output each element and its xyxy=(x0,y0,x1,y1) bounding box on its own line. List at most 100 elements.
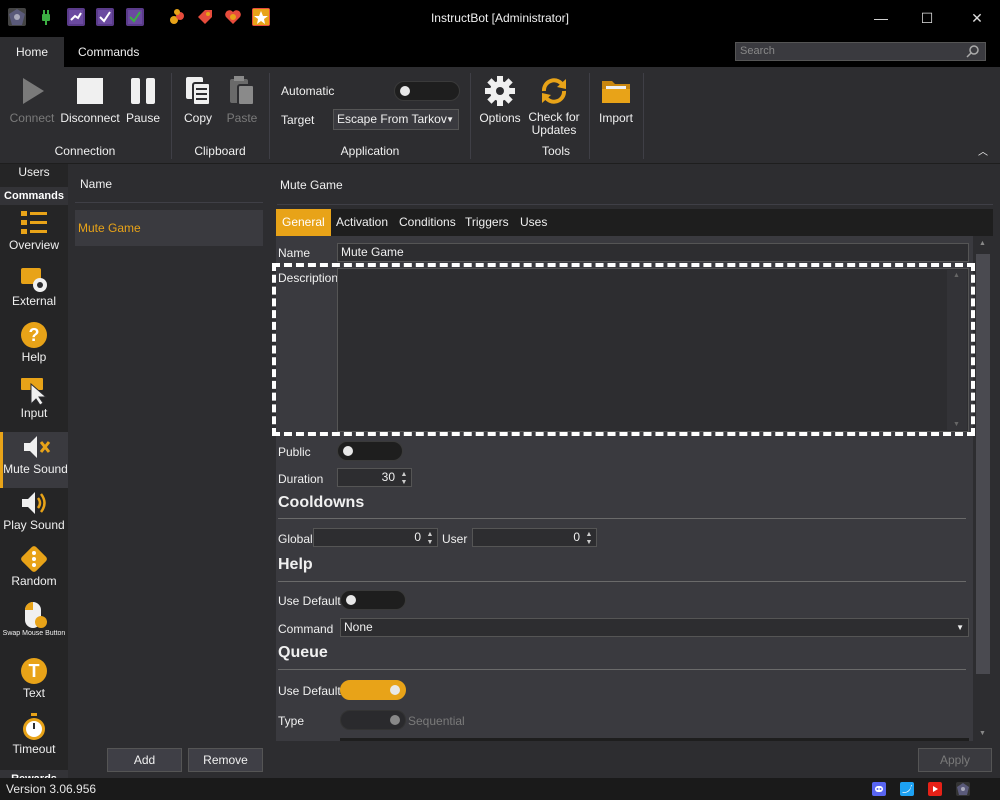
options-label: Options xyxy=(479,111,521,125)
increment-icon[interactable]: ▲ xyxy=(425,531,435,538)
nav-random[interactable]: Random xyxy=(0,544,68,600)
youtube-icon[interactable] xyxy=(928,782,942,796)
pause-button[interactable]: Pause xyxy=(122,75,164,125)
queue-use-default-toggle[interactable] xyxy=(340,680,406,700)
name-field[interactable]: Mute Game xyxy=(337,243,969,262)
list-item[interactable]: Mute Game xyxy=(75,210,263,246)
tab-commands[interactable]: Commands xyxy=(62,37,155,67)
form-scrollbar[interactable]: ▲ ▼ xyxy=(973,236,993,741)
ribbon-separator xyxy=(269,73,270,159)
paste-icon xyxy=(226,75,258,107)
ribbon-separator xyxy=(643,73,644,159)
connect-label: Connect xyxy=(9,111,55,125)
tools-group-label: Tools xyxy=(541,144,570,158)
nav-input[interactable]: Input xyxy=(0,376,68,432)
help-use-default-toggle[interactable] xyxy=(340,590,406,610)
tab-uses[interactable]: Uses xyxy=(514,209,553,236)
command-label: Command xyxy=(278,622,334,636)
description-field[interactable] xyxy=(337,268,969,432)
nav-timeout[interactable]: Timeout xyxy=(0,712,68,768)
decrement-icon[interactable]: ▼ xyxy=(399,479,409,486)
automatic-toggle[interactable] xyxy=(394,81,460,101)
type-value: Sequential xyxy=(408,714,465,728)
increment-icon[interactable]: ▲ xyxy=(399,471,409,478)
nav-play-sound[interactable]: Play Sound xyxy=(0,488,68,544)
options-button[interactable]: Options xyxy=(478,75,522,125)
folder-icon xyxy=(600,75,632,107)
decrement-icon[interactable]: ▼ xyxy=(584,539,594,546)
target-select[interactable]: Escape From Tarkov ▼ xyxy=(333,109,459,130)
nav-help[interactable]: ? Help xyxy=(0,320,68,376)
target-label: Target xyxy=(281,113,315,127)
command-select[interactable]: None ▼ xyxy=(340,618,969,637)
automatic-label: Automatic xyxy=(281,84,335,98)
nav-play-sound-label: Play Sound xyxy=(3,518,65,532)
toggle-knob xyxy=(400,86,410,96)
minimize-button[interactable]: — xyxy=(858,0,904,37)
scroll-down-icon[interactable]: ▼ xyxy=(979,730,986,737)
public-toggle[interactable] xyxy=(337,441,403,461)
tab-conditions[interactable]: Conditions xyxy=(393,209,462,236)
disconnect-button[interactable]: Disconnect xyxy=(60,75,120,125)
global-label: Global xyxy=(278,532,313,546)
nav-text[interactable]: T Text xyxy=(0,656,68,712)
scroll-up-icon[interactable]: ▲ xyxy=(953,272,960,279)
close-button[interactable]: ✕ xyxy=(954,0,1000,37)
maximize-button[interactable]: ☐ xyxy=(904,0,950,37)
tab-activation[interactable]: Activation xyxy=(330,209,394,236)
keyboard-cursor-icon xyxy=(19,376,49,406)
detail-panel: Mute Game General Activation Conditions … xyxy=(270,164,1000,778)
chevron-down-icon: ▼ xyxy=(956,623,964,632)
nav-external[interactable]: External xyxy=(0,264,68,320)
general-form: Name Mute Game Description ▲ ▼ Public Du… xyxy=(276,236,973,741)
disconnect-label: Disconnect xyxy=(60,111,120,125)
duration-stepper[interactable]: 30 ▲ ▼ xyxy=(337,468,412,487)
user-value: 0 xyxy=(573,530,580,544)
gear-icon xyxy=(484,75,516,107)
tab-home[interactable]: Home xyxy=(0,37,65,67)
import-button[interactable]: Import xyxy=(594,75,638,125)
description-scrollbar[interactable]: ▲ ▼ xyxy=(947,270,967,430)
scroll-down-icon[interactable]: ▼ xyxy=(953,421,960,428)
list-icon xyxy=(19,208,49,238)
application-group-label: Application xyxy=(340,144,400,158)
tab-general[interactable]: General xyxy=(276,209,331,236)
search-input[interactable]: Search xyxy=(735,42,986,61)
scroll-up-icon[interactable]: ▲ xyxy=(979,240,986,247)
copy-button[interactable]: Copy xyxy=(178,75,218,125)
collapse-ribbon-icon[interactable]: ︿ xyxy=(978,143,988,158)
type-toggle xyxy=(340,710,406,730)
list-column-header: Name xyxy=(75,171,263,203)
nav-random-label: Random xyxy=(11,574,57,588)
increment-icon[interactable]: ▲ xyxy=(584,531,594,538)
global-cooldown-stepper[interactable]: 0 ▲ ▼ xyxy=(313,528,438,547)
scroll-thumb[interactable] xyxy=(976,254,990,674)
apply-button[interactable]: Apply xyxy=(918,748,992,772)
nav-swap-mouse-label: Swap Mouse Button xyxy=(2,630,66,637)
nav-text-label: Text xyxy=(22,686,45,700)
discord-icon[interactable] xyxy=(872,782,886,796)
twitter-icon[interactable] xyxy=(900,782,914,796)
nav-mute-sound[interactable]: Mute Sound xyxy=(0,432,68,488)
connect-button[interactable]: Connect xyxy=(8,75,56,125)
ribbon-separator xyxy=(589,73,590,159)
search-icon[interactable] xyxy=(966,44,980,58)
duration-value: 30 xyxy=(381,470,395,484)
ribbon-tab-bar: Home Commands Search xyxy=(0,37,1000,67)
tab-triggers[interactable]: Triggers xyxy=(459,209,515,236)
add-button[interactable]: Add xyxy=(107,748,182,772)
nav-overview-label: Overview xyxy=(8,238,59,252)
timer-icon xyxy=(19,712,49,742)
nav-swap-mouse-button[interactable]: Swap Mouse Button xyxy=(0,600,68,656)
toggle-knob xyxy=(346,595,356,605)
ribbon-separator xyxy=(171,73,172,159)
app-logo-icon[interactable] xyxy=(956,782,970,796)
nav-overview[interactable]: Overview xyxy=(0,208,68,264)
decrement-icon[interactable]: ▼ xyxy=(425,539,435,546)
paste-button[interactable]: Paste xyxy=(222,75,262,125)
check-updates-button[interactable]: Check for Updates xyxy=(526,75,582,137)
user-cooldown-stepper[interactable]: 0 ▲ ▼ xyxy=(472,528,597,547)
remove-button[interactable]: Remove xyxy=(188,748,263,772)
nav-users[interactable]: Users xyxy=(0,166,68,186)
command-list-panel: Name Mute Game Add Remove xyxy=(68,164,270,778)
